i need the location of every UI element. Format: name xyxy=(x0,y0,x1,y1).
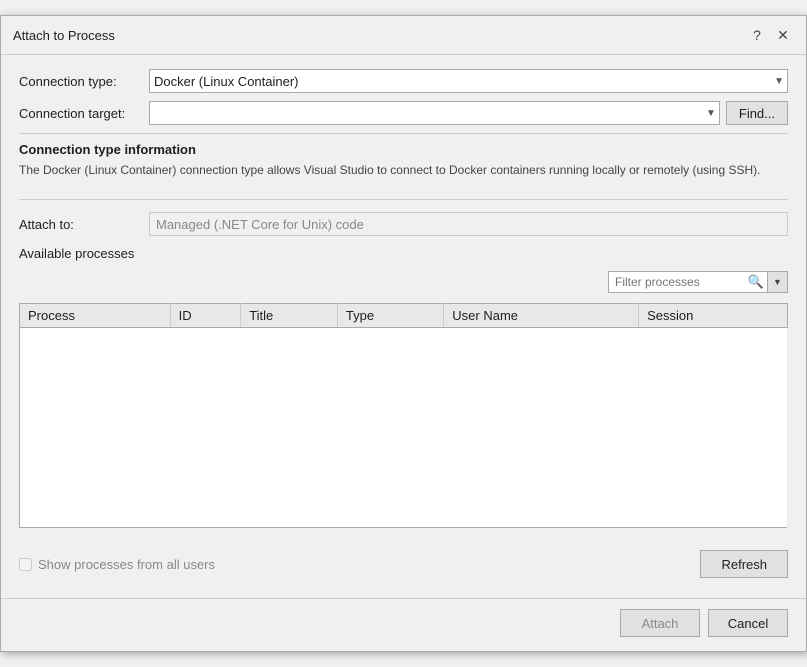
process-table-header: Process ID Title Type User Name Session xyxy=(20,304,788,328)
help-button[interactable]: ? xyxy=(746,24,768,46)
col-type: Type xyxy=(337,304,443,328)
col-username: User Name xyxy=(444,304,639,328)
show-all-processes-checkbox[interactable] xyxy=(19,558,32,571)
processes-label: Available processes xyxy=(19,246,788,261)
info-section: Connection type information The Docker (… xyxy=(19,133,788,179)
connection-type-control: Docker (Linux Container) Local Remote (W… xyxy=(149,69,788,93)
show-all-processes-text: Show processes from all users xyxy=(38,557,215,572)
col-title: Title xyxy=(241,304,338,328)
dialog-title: Attach to Process xyxy=(13,28,115,43)
search-icon: 🔍 xyxy=(748,274,764,290)
col-id: ID xyxy=(170,304,241,328)
info-section-title: Connection type information xyxy=(19,142,788,157)
bottom-row: Show processes from all users Refresh xyxy=(19,542,788,578)
cancel-button[interactable]: Cancel xyxy=(708,609,788,637)
col-session: Session xyxy=(639,304,788,328)
process-table-header-row: Process ID Title Type User Name Session xyxy=(20,304,788,328)
dialog-content: Connection type: Docker (Linux Container… xyxy=(1,55,806,592)
connection-type-row: Connection type: Docker (Linux Container… xyxy=(19,69,788,93)
connection-type-dropdown-wrapper: Docker (Linux Container) Local Remote (W… xyxy=(149,69,788,93)
filter-row: 🔍 ▼ xyxy=(19,271,788,293)
refresh-button[interactable]: Refresh xyxy=(700,550,788,578)
find-button[interactable]: Find... xyxy=(726,101,788,125)
attach-to-row: Attach to: Managed (.NET Core for Unix) … xyxy=(19,199,788,236)
title-bar: Attach to Process ? ✕ xyxy=(1,16,806,55)
connection-target-select[interactable] xyxy=(149,101,720,125)
filter-dropdown-button[interactable]: ▼ xyxy=(768,271,788,293)
close-button[interactable]: ✕ xyxy=(772,24,794,46)
attach-to-value: Managed (.NET Core for Unix) code xyxy=(149,212,788,236)
processes-section: Available processes 🔍 ▼ Process ID Title… xyxy=(19,246,788,578)
connection-target-label: Connection target: xyxy=(19,106,149,121)
process-table: Process ID Title Type User Name Session xyxy=(19,303,788,528)
connection-target-dropdown-wrapper: ▼ xyxy=(149,101,720,125)
filter-input-wrapper: 🔍 xyxy=(608,271,768,293)
col-process: Process xyxy=(20,304,171,328)
attach-to-process-dialog: Attach to Process ? ✕ Connection type: D… xyxy=(0,15,807,652)
show-all-processes-label[interactable]: Show processes from all users xyxy=(19,557,215,572)
connection-type-select[interactable]: Docker (Linux Container) Local Remote (W… xyxy=(149,69,788,93)
attach-to-placeholder: Managed (.NET Core for Unix) code xyxy=(156,217,364,232)
connection-target-row: Connection target: ▼ Find... xyxy=(19,101,788,125)
process-table-body xyxy=(20,328,788,528)
attach-button[interactable]: Attach xyxy=(620,609,700,637)
title-bar-controls: ? ✕ xyxy=(746,24,794,46)
connection-target-control: ▼ Find... xyxy=(149,101,788,125)
info-section-text: The Docker (Linux Container) connection … xyxy=(19,161,788,179)
filter-processes-input[interactable] xyxy=(608,271,768,293)
dialog-footer: Attach Cancel xyxy=(1,598,806,651)
attach-to-label: Attach to: xyxy=(19,217,149,232)
connection-type-label: Connection type: xyxy=(19,74,149,89)
